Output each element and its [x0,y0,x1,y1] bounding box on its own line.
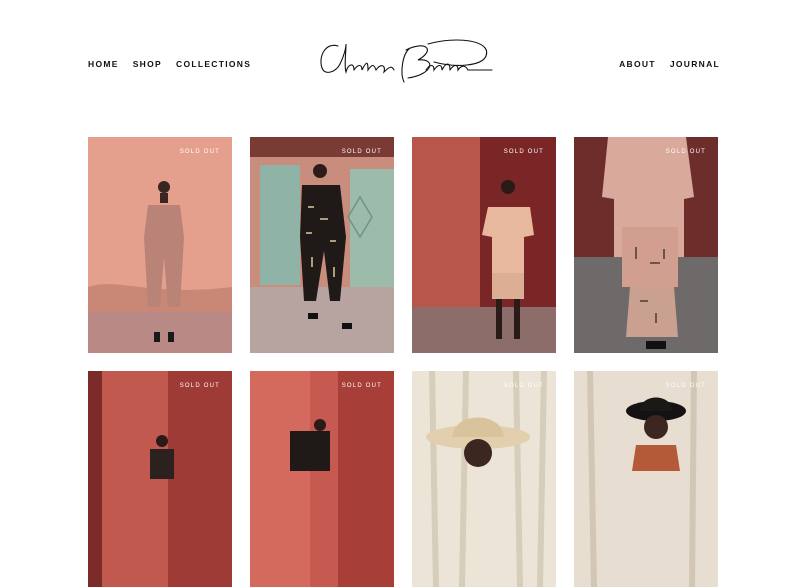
product-image [574,371,718,587]
brand-logo[interactable] [316,34,494,94]
product-card[interactable]: SOLD OUT [88,371,232,587]
nav-about[interactable]: ABOUT [619,59,656,69]
nav-shop[interactable]: SHOP [133,59,162,69]
primary-nav-left: HOME SHOP COLLECTIONS [88,59,251,69]
sold-out-badge: SOLD OUT [179,149,220,155]
product-card[interactable]: SOLD OUT [88,137,232,353]
product-image [250,137,394,353]
product-card[interactable]: SOLD OUT [250,371,394,587]
sold-out-badge: SOLD OUT [341,149,382,155]
sold-out-badge: SOLD OUT [341,383,382,389]
product-card[interactable]: SOLD OUT [412,371,556,587]
sold-out-badge: SOLD OUT [665,383,706,389]
sold-out-badge: SOLD OUT [665,149,706,155]
primary-nav-right: ABOUT JOURNAL [619,59,720,69]
product-card[interactable]: SOLD OUT [574,371,718,587]
signature-logo-icon [320,39,493,83]
product-image [88,371,232,587]
product-grid: SOLD OUT SOLD OUT SOLD OUT SOLD OUT SOLD… [88,137,718,587]
nav-collections[interactable]: COLLECTIONS [176,59,251,69]
nav-home[interactable]: HOME [88,59,119,69]
product-image [412,371,556,587]
sold-out-badge: SOLD OUT [179,383,220,389]
product-card[interactable]: SOLD OUT [574,137,718,353]
product-image [574,137,718,353]
product-image [412,137,556,353]
sold-out-badge: SOLD OUT [503,383,544,389]
product-card[interactable]: SOLD OUT [412,137,556,353]
sold-out-badge: SOLD OUT [503,149,544,155]
nav-journal[interactable]: JOURNAL [670,59,720,69]
product-image [250,371,394,587]
product-image [88,137,232,353]
product-card[interactable]: SOLD OUT [250,137,394,353]
